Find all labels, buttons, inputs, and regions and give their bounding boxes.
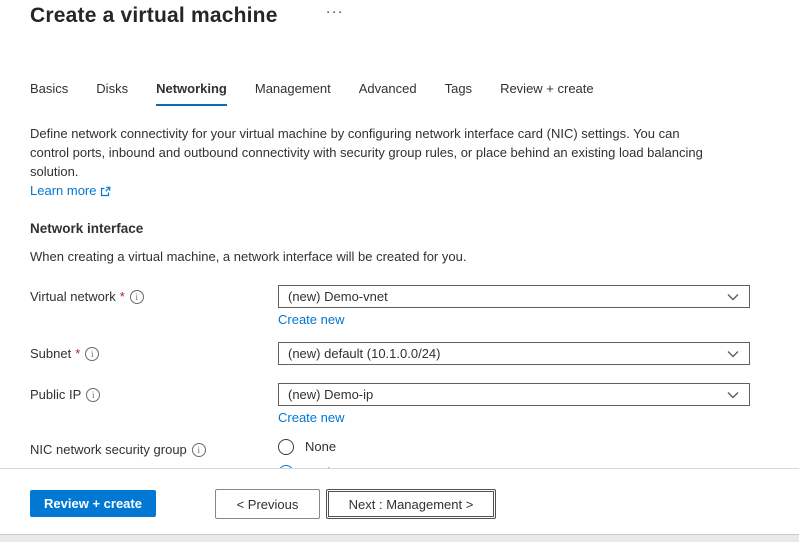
public-ip-label: Public IP i	[30, 383, 278, 402]
nsg-label: NIC network security group i	[30, 438, 278, 457]
learn-more-label: Learn more	[30, 181, 96, 200]
public-ip-create-new-link[interactable]: Create new	[278, 410, 344, 425]
virtual-network-control: (new) Demo-vnet Create new	[278, 285, 769, 329]
public-ip-dropdown[interactable]: (new) Demo-ip	[278, 383, 750, 406]
tab-review-create[interactable]: Review + create	[500, 81, 594, 106]
virtual-network-label-text: Virtual network	[30, 289, 116, 304]
info-icon[interactable]: i	[130, 290, 144, 304]
tab-advanced[interactable]: Advanced	[359, 81, 417, 106]
nsg-row: NIC network security group i None Basic …	[30, 438, 769, 468]
info-icon[interactable]: i	[85, 347, 99, 361]
radio-unchecked-icon[interactable]	[278, 439, 294, 455]
more-options-icon[interactable]: ···	[326, 3, 344, 20]
public-ip-label-text: Public IP	[30, 387, 81, 402]
virtual-network-create-new-link[interactable]: Create new	[278, 312, 344, 327]
nsg-radio-group: None Basic Advanced	[278, 438, 769, 468]
info-icon[interactable]: i	[86, 388, 100, 402]
subnet-label-text: Subnet	[30, 346, 71, 361]
virtual-network-row: Virtual network * i (new) Demo-vnet Crea…	[30, 285, 769, 329]
subnet-control: (new) default (10.1.0.0/24)	[278, 342, 769, 365]
titlebar: Create a virtual machine ···	[30, 0, 769, 29]
external-link-icon	[100, 186, 111, 197]
required-asterisk: *	[75, 346, 80, 361]
content-area: Create a virtual machine ··· Basics Disk…	[0, 0, 799, 468]
tab-basics[interactable]: Basics	[30, 81, 68, 106]
intro-text: Define network connectivity for your vir…	[30, 124, 722, 200]
required-asterisk: *	[120, 289, 125, 304]
public-ip-control: (new) Demo-ip Create new	[278, 383, 769, 427]
public-ip-value: (new) Demo-ip	[288, 387, 373, 402]
subnet-dropdown[interactable]: (new) default (10.1.0.0/24)	[278, 342, 750, 365]
next-management-button[interactable]: Next : Management >	[326, 489, 496, 519]
chevron-down-icon	[727, 293, 739, 301]
previous-button[interactable]: < Previous	[215, 489, 320, 519]
nsg-label-text: NIC network security group	[30, 442, 187, 457]
learn-more-link[interactable]: Learn more	[30, 181, 111, 200]
review-create-button[interactable]: Review + create	[30, 490, 156, 517]
tab-networking[interactable]: Networking	[156, 81, 227, 106]
create-vm-page: Create a virtual machine ··· Basics Disk…	[0, 0, 799, 542]
nsg-option-none[interactable]: None	[278, 438, 769, 455]
tab-disks[interactable]: Disks	[96, 81, 128, 106]
subnet-row: Subnet * i (new) default (10.1.0.0/24)	[30, 342, 769, 365]
tab-tags[interactable]: Tags	[445, 81, 472, 106]
chevron-down-icon	[727, 350, 739, 358]
intro-description: Define network connectivity for your vir…	[30, 126, 703, 179]
wizard-tabs: Basics Disks Networking Management Advan…	[30, 81, 769, 106]
network-interface-heading: Network interface	[30, 221, 769, 236]
virtual-network-dropdown[interactable]: (new) Demo-vnet	[278, 285, 750, 308]
nsg-option-none-label: None	[305, 439, 336, 454]
subnet-value: (new) default (10.1.0.0/24)	[288, 346, 440, 361]
tab-management[interactable]: Management	[255, 81, 331, 106]
network-interface-description: When creating a virtual machine, a netwo…	[30, 249, 769, 264]
wizard-footer: Review + create < Previous Next : Manage…	[0, 468, 799, 534]
virtual-network-value: (new) Demo-vnet	[288, 289, 388, 304]
subnet-label: Subnet * i	[30, 342, 278, 361]
chevron-down-icon	[727, 391, 739, 399]
virtual-network-label: Virtual network * i	[30, 285, 278, 304]
info-icon[interactable]: i	[192, 443, 206, 457]
networking-form: Virtual network * i (new) Demo-vnet Crea…	[30, 285, 769, 468]
bottom-scrollbar-track[interactable]	[0, 534, 799, 542]
page-title: Create a virtual machine	[30, 2, 278, 29]
public-ip-row: Public IP i (new) Demo-ip Create new	[30, 383, 769, 427]
